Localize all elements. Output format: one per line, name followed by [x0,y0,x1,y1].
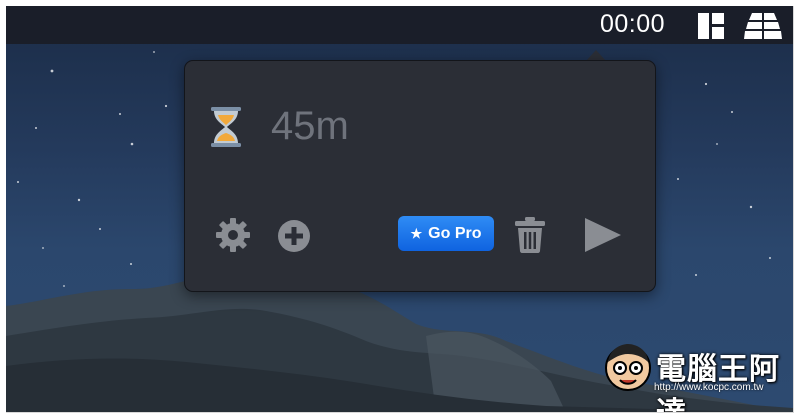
go-pro-button[interactable]: ★ Go Pro [398,216,494,251]
start-button[interactable] [585,218,621,255]
delete-button[interactable] [515,217,545,256]
gear-icon [215,218,251,256]
layout-icon[interactable] [698,13,724,44]
timer-popover: ★ Go Pro [184,60,656,292]
add-button[interactable] [277,219,311,256]
watermark-url: http://www.kocpc.com.tw [654,382,764,393]
trash-icon [515,217,545,256]
plus-circle-icon [277,220,311,256]
watermark: 電腦王阿達 http://www.kocpc.com.tw [604,338,793,412]
star-icon: ★ [410,225,423,241]
duration-input[interactable] [271,103,571,149]
mascot-logo [604,342,652,399]
screenshot-frame: 00:00 45m ★ Go Pro 電腦王阿 http://www.kocpc… [6,6,794,413]
app-grid-icon[interactable] [744,13,782,44]
play-icon [585,218,621,255]
settings-button[interactable] [215,217,251,256]
go-pro-label: Go Pro [428,224,482,242]
watermark-title: 電腦王阿達 [656,352,780,412]
hourglass-icon [209,107,243,152]
menu-bar: 00:00 [6,6,793,44]
menubar-timer-display[interactable]: 00:00 [600,10,665,39]
